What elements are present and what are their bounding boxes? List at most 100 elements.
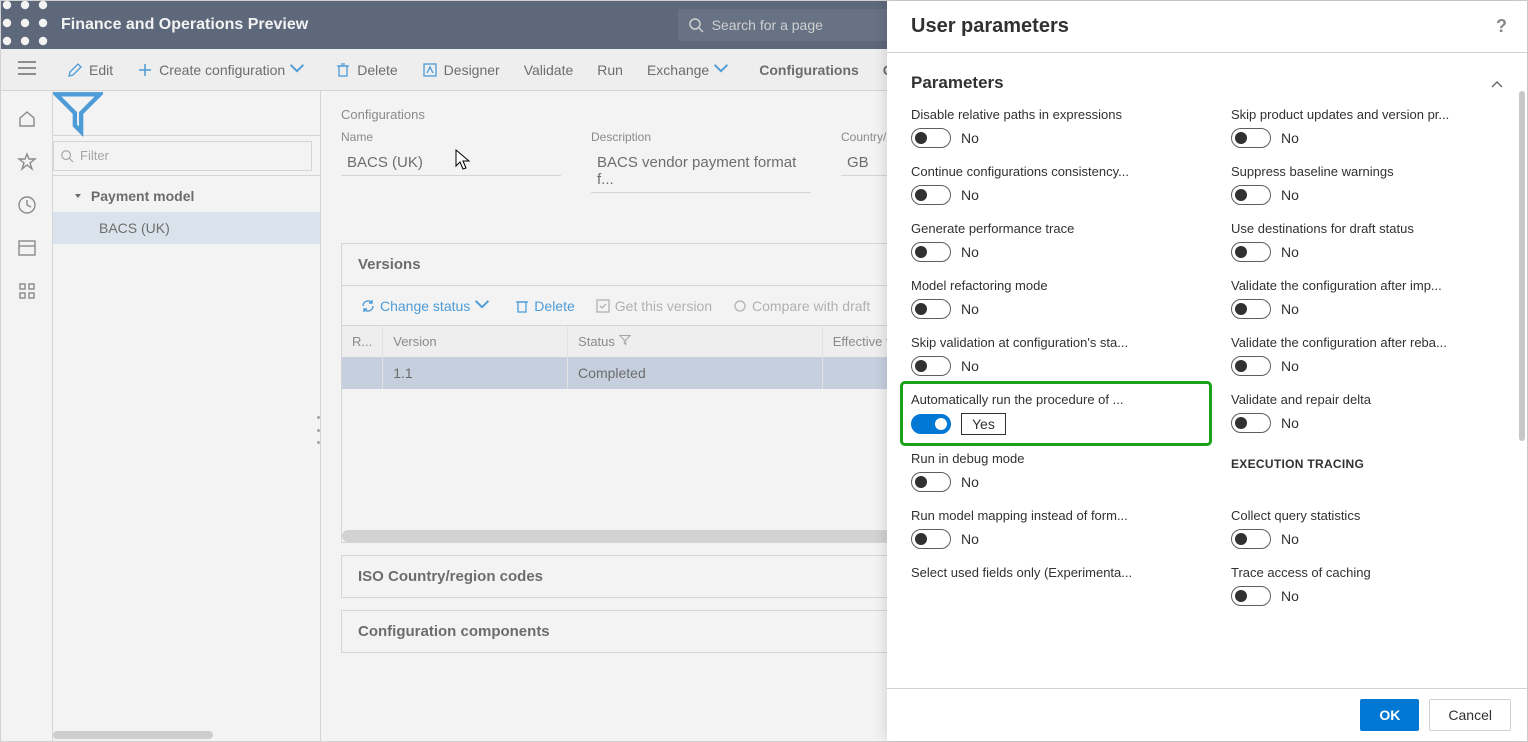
- param-label: Model refactoring mode: [911, 278, 1201, 293]
- panel-footer: OK Cancel: [887, 688, 1527, 741]
- toggle[interactable]: [911, 242, 951, 262]
- col-r[interactable]: R...: [342, 326, 383, 357]
- toggle[interactable]: [911, 529, 951, 549]
- name-label: Name: [341, 130, 561, 144]
- create-config-button[interactable]: Create configuration: [125, 49, 323, 90]
- toggle-value: No: [961, 531, 979, 547]
- param-label: Select used fields only (Experimenta...: [911, 565, 1201, 580]
- get-version-button: Get this version: [587, 294, 720, 318]
- search-placeholder: Search for a page: [712, 17, 823, 33]
- toggle[interactable]: [911, 185, 951, 205]
- toggle[interactable]: [1231, 413, 1271, 433]
- tree-root-label: Payment model: [91, 188, 194, 204]
- toggle[interactable]: [911, 299, 951, 319]
- edit-button[interactable]: Edit: [55, 49, 125, 90]
- col-version[interactable]: Version: [383, 326, 568, 357]
- toggle-value: No: [961, 358, 979, 374]
- workspaces-icon[interactable]: [17, 238, 37, 261]
- param-select-used-fields: Select used fields only (Experimenta...: [911, 565, 1201, 606]
- col-status-label: Status: [578, 334, 615, 349]
- modules-icon[interactable]: [17, 281, 37, 304]
- filter-input[interactable]: Filter: [53, 141, 312, 171]
- param-label: Collect query statistics: [1231, 508, 1521, 523]
- help-icon[interactable]: ?: [1496, 16, 1507, 37]
- nav-toggle-icon[interactable]: [1, 61, 53, 78]
- col-status[interactable]: Status: [568, 326, 823, 357]
- validate-button[interactable]: Validate: [512, 49, 586, 90]
- parameters-section-label: Parameters: [911, 73, 1004, 93]
- toggle[interactable]: [1231, 356, 1271, 376]
- row-version: 1.1: [383, 357, 568, 389]
- tree-column: Filter ▼ Payment model BACS (UK): [53, 91, 321, 741]
- create-label: Create configuration: [159, 62, 285, 78]
- chevron-down-icon: [289, 60, 311, 79]
- version-delete-button[interactable]: Delete: [506, 294, 582, 318]
- parameters-section-header[interactable]: Parameters: [911, 67, 1521, 107]
- filter-icon[interactable]: [53, 91, 103, 135]
- param-run-model-mapping: Run model mapping instead of form... No: [911, 508, 1201, 549]
- trash-icon: [514, 298, 530, 314]
- toggle[interactable]: [1231, 529, 1271, 549]
- toggle[interactable]: [1231, 242, 1271, 262]
- toggle[interactable]: [1231, 586, 1271, 606]
- app-launcher-icon[interactable]: [1, 0, 49, 52]
- run-button[interactable]: Run: [585, 49, 635, 90]
- chevron-down-icon: [474, 296, 494, 315]
- param-label: Validate and repair delta: [1231, 392, 1521, 407]
- panel-title: User parameters: [911, 15, 1069, 38]
- execution-tracing-header: EXECUTION TRACING: [1231, 451, 1521, 492]
- param-label: Run model mapping instead of form...: [911, 508, 1201, 523]
- toggle-value: No: [1281, 415, 1299, 431]
- home-icon[interactable]: [17, 109, 37, 132]
- tree-node-child-selected[interactable]: BACS (UK): [53, 212, 320, 244]
- toggle-value: No: [961, 244, 979, 260]
- toggle-value: No: [961, 187, 979, 203]
- configurations-tab[interactable]: Configurations: [747, 49, 871, 90]
- toggle-value: No: [961, 130, 979, 146]
- filter-placeholder: Filter: [80, 148, 109, 163]
- toggle[interactable]: [911, 356, 951, 376]
- delete-button[interactable]: Delete: [323, 49, 409, 90]
- tree-node-root[interactable]: ▼ Payment model: [53, 180, 320, 212]
- cancel-button[interactable]: Cancel: [1429, 699, 1511, 731]
- param-label: Continue configurations consistency...: [911, 164, 1201, 179]
- toggle[interactable]: [1231, 299, 1271, 319]
- chevron-up-icon: [1491, 73, 1503, 93]
- param-skip-product-updates: Skip product updates and version pr... N…: [1231, 107, 1521, 148]
- recents-icon[interactable]: [17, 195, 37, 218]
- param-label: Generate performance trace: [911, 221, 1201, 236]
- param-destinations-draft: Use destinations for draft status No: [1231, 221, 1521, 262]
- change-status-button[interactable]: Change status: [352, 292, 502, 319]
- edit-label: Edit: [89, 62, 113, 78]
- tree-child-label: BACS (UK): [99, 220, 170, 236]
- toggle-value: Yes: [961, 413, 1006, 435]
- favorites-icon[interactable]: [17, 152, 37, 175]
- validate-label: Validate: [524, 62, 574, 78]
- designer-button[interactable]: Designer: [410, 49, 512, 90]
- toggle[interactable]: [1231, 128, 1271, 148]
- toggle[interactable]: [911, 414, 951, 434]
- param-validate-after-imp: Validate the configuration after imp... …: [1231, 278, 1521, 319]
- tree-scroll[interactable]: [53, 731, 320, 739]
- change-status-label: Change status: [380, 298, 470, 314]
- chevron-down-icon: [713, 60, 735, 79]
- param-label: Automatically run the procedure of ...: [911, 392, 1201, 407]
- param-suppress-baseline: Suppress baseline warnings No: [1231, 164, 1521, 205]
- version-delete-label: Delete: [534, 298, 574, 314]
- configurations-label: Configurations: [759, 62, 859, 78]
- row-status: Completed: [568, 357, 823, 389]
- exchange-button[interactable]: Exchange: [635, 49, 747, 90]
- search-icon: [688, 17, 704, 33]
- description-value[interactable]: BACS vendor payment format f...: [591, 150, 811, 193]
- toggle[interactable]: [911, 128, 951, 148]
- toggle[interactable]: [1231, 185, 1271, 205]
- trash-icon: [335, 62, 351, 78]
- cancel-label: Cancel: [1448, 707, 1492, 723]
- panel-scrollbar[interactable]: [1519, 91, 1525, 441]
- chevron-down-icon: ▼: [73, 192, 83, 200]
- toggle[interactable]: [911, 472, 951, 492]
- left-rail: [1, 91, 53, 741]
- name-value[interactable]: BACS (UK): [341, 150, 561, 176]
- ok-button[interactable]: OK: [1360, 699, 1419, 731]
- description-label: Description: [591, 130, 811, 144]
